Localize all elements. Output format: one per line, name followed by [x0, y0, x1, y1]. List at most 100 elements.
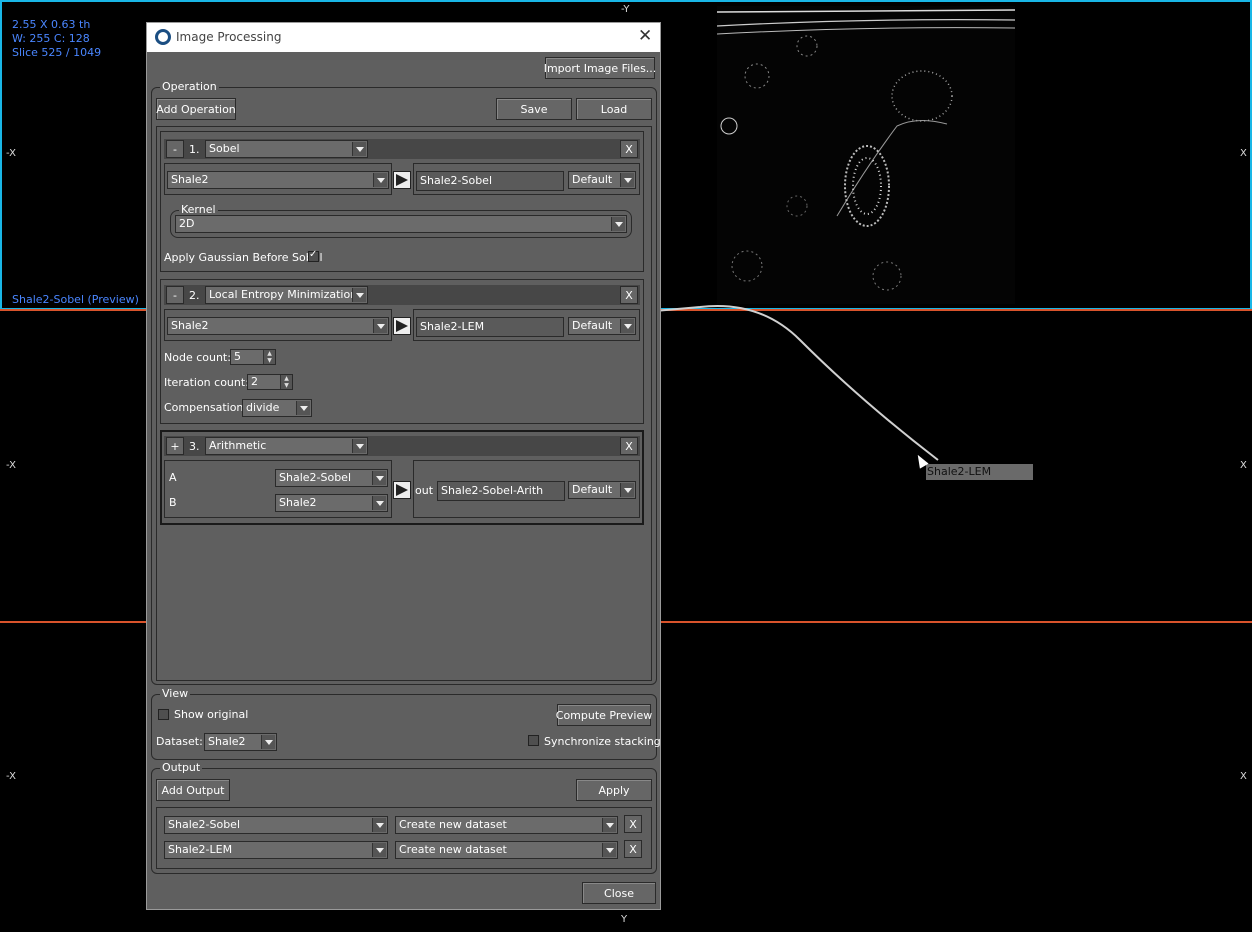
save-button[interactable]: Save [496, 98, 572, 120]
output-row-1-source: Shale2-Sobel [168, 818, 241, 831]
chevron-down-icon [620, 173, 634, 187]
chevron-down-icon [372, 843, 386, 857]
dataset-select[interactable]: Shale2 [204, 733, 277, 751]
op3-out-label: out [415, 484, 434, 497]
op2-output-name-field[interactable]: Shale2-LEM [416, 317, 564, 337]
show-original-checkbox[interactable] [158, 709, 169, 720]
output-row-1-target: Create new dataset [399, 818, 507, 831]
op2-index: 2. [189, 289, 200, 302]
op1-gaussian-label: Apply Gaussian Before Sobel [164, 251, 323, 264]
output-row-2-target: Create new dataset [399, 843, 507, 856]
chevron-down-icon [372, 496, 386, 510]
op1-output-mode-value: Default [572, 173, 613, 186]
op3-index: 3. [189, 440, 200, 453]
image-processing-dialog: Image Processing ✕ Import Image Files...… [146, 22, 661, 910]
op1-type-value: Sobel [209, 142, 240, 155]
op2-type-value: Local Entropy Minimization [209, 288, 358, 301]
op3-expand-button[interactable]: + [166, 437, 184, 455]
output-row-1-target-select[interactable]: Create new dataset [395, 816, 618, 834]
op2-remove-button[interactable]: X [620, 286, 638, 304]
op2-compensation-label: Compensation: [164, 401, 248, 414]
output-row-1-source-select[interactable]: Shale2-Sobel [164, 816, 388, 834]
op2-compensation-value: divide [246, 401, 280, 414]
synchronize-stacking-label: Synchronize stacking [544, 735, 661, 748]
chevron-down-icon [373, 173, 387, 187]
op1-kernel-select[interactable]: 2D [175, 215, 627, 233]
chevron-down-icon [620, 483, 634, 497]
output-row-2-source: Shale2-LEM [168, 843, 233, 856]
op3-a-label: A [169, 471, 177, 484]
op2-compensation-select[interactable]: divide [242, 399, 312, 417]
op1-collapse-button[interactable]: - [166, 140, 184, 158]
arrow-right-icon [393, 171, 411, 189]
op2-iteration-count-label: Iteration count: [164, 376, 249, 389]
chevron-down-icon [602, 818, 616, 832]
chevron-down-icon [620, 319, 634, 333]
arrow-right-icon [393, 481, 411, 499]
chevron-down-icon [352, 288, 366, 302]
op3-b-label: B [169, 496, 177, 509]
chevron-down-icon [602, 843, 616, 857]
add-operation-button[interactable]: Add Operation [156, 98, 236, 120]
load-button[interactable]: Load [576, 98, 652, 120]
op3-remove-button[interactable]: X [620, 437, 638, 455]
output-group-label: Output [160, 761, 203, 774]
output-row-2-target-select[interactable]: Create new dataset [395, 841, 618, 859]
output-row-2-source-select[interactable]: Shale2-LEM [164, 841, 388, 859]
op3-output-mode-value: Default [572, 483, 613, 496]
chevron-down-icon [372, 818, 386, 832]
spin-arrows-icon[interactable]: ▲ ▼ [263, 350, 275, 364]
import-image-files-button[interactable]: Import Image Files... [544, 57, 656, 79]
add-output-button[interactable]: Add Output [156, 779, 230, 801]
show-original-label: Show original [174, 708, 249, 721]
op2-node-count-label: Node count: [164, 351, 231, 364]
op3-b-select[interactable]: Shale2 [275, 494, 388, 512]
chevron-down-icon [373, 319, 387, 333]
dialog-titlebar[interactable]: Image Processing ✕ [147, 23, 660, 52]
op3-output-mode-select[interactable]: Default [568, 481, 636, 499]
op1-type-select[interactable]: Sobel [205, 140, 368, 158]
op2-collapse-button[interactable]: - [166, 286, 184, 304]
op1-input-select[interactable]: Shale2 [167, 171, 389, 189]
operation-group-label: Operation [160, 80, 219, 93]
op3-type-select[interactable]: Arithmetic [205, 437, 368, 455]
chevron-down-icon [372, 471, 386, 485]
op2-output-mode-value: Default [572, 319, 613, 332]
dataset-label: Dataset: [156, 735, 203, 748]
compute-preview-button[interactable]: Compute Preview [556, 704, 652, 726]
op1-index: 1. [189, 143, 200, 156]
op2-iteration-count-spinbox[interactable]: 2 ▲ ▼ [247, 374, 293, 390]
op2-type-select[interactable]: Local Entropy Minimization [205, 286, 368, 304]
op1-input-value: Shale2 [171, 173, 209, 186]
op2-output-mode-select[interactable]: Default [568, 317, 636, 335]
op1-gaussian-checkbox[interactable] [308, 249, 319, 262]
op1-output-mode-select[interactable]: Default [568, 171, 636, 189]
spin-arrows-icon[interactable]: ▲ ▼ [280, 375, 292, 389]
output-row-1-remove-button[interactable]: X [624, 815, 642, 833]
op2-node-count-value: 5 [234, 350, 241, 363]
apply-button[interactable]: Apply [576, 779, 652, 801]
close-button[interactable]: Close [582, 882, 656, 904]
app-logo-icon [155, 29, 171, 45]
view-group-label: View [160, 687, 191, 700]
chevron-down-icon [611, 217, 625, 231]
op1-output-name-field[interactable]: Shale2-Sobel [416, 171, 564, 191]
op2-node-count-spinbox[interactable]: 5 ▲ ▼ [230, 349, 276, 365]
op2-input-select[interactable]: Shale2 [167, 317, 389, 335]
output-row-2-remove-button[interactable]: X [624, 840, 642, 858]
op3-output-name-field[interactable]: Shale2-Sobel-Arith [437, 481, 565, 501]
op1-kernel-value: 2D [179, 217, 195, 230]
chevron-down-icon [352, 439, 366, 453]
op2-input-value: Shale2 [171, 319, 209, 332]
drag-tooltip: Shale2-LEM [926, 464, 1033, 480]
op3-b-value: Shale2 [279, 496, 317, 509]
op1-remove-button[interactable]: X [620, 140, 638, 158]
op3-a-select[interactable]: Shale2-Sobel [275, 469, 388, 487]
synchronize-stacking-checkbox[interactable] [528, 735, 539, 746]
op3-type-value: Arithmetic [209, 439, 267, 452]
chevron-down-icon [352, 142, 366, 156]
op3-a-value: Shale2-Sobel [279, 471, 352, 484]
arrow-right-icon [393, 317, 411, 335]
dialog-title: Image Processing [176, 30, 282, 44]
close-icon[interactable]: ✕ [638, 26, 652, 46]
